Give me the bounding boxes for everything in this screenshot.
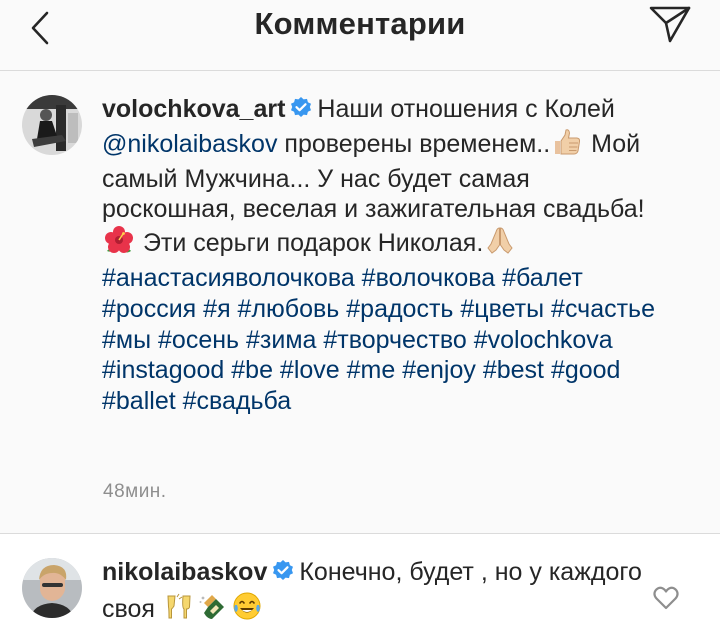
like-button[interactable]	[650, 582, 682, 614]
paper-plane-icon	[649, 6, 691, 43]
post-caption: volochkova_art Наши отношения с Колей @ni…	[0, 71, 720, 534]
caption-segment: Наши отношения с Колей	[317, 95, 615, 123]
share-button[interactable]	[646, 2, 694, 46]
caption-segment: проверены временем..	[277, 129, 551, 158]
clinking-glasses-emoji	[164, 593, 194, 629]
heart-outline-icon	[653, 586, 679, 610]
verified-badge-icon	[271, 559, 295, 591]
comment-username[interactable]: nikolaibaskov	[102, 558, 267, 586]
caption-segment: Эти серьги подарок Николая.	[136, 229, 484, 258]
hashtag-list[interactable]: #анастасияволочкова #волочкова #балет #р…	[102, 264, 655, 415]
post-timestamp: 48мин.	[103, 481, 167, 502]
page-title: Комментарии	[254, 6, 466, 41]
header-bar: Комментарии	[0, 0, 720, 71]
comment-text: nikolaibaskov Конечно, будет , но у каждо…	[102, 557, 642, 629]
folded-hands-emoji	[485, 225, 515, 263]
thumbs-up-emoji	[552, 128, 582, 164]
avatar[interactable]	[22, 95, 82, 155]
comment-row: nikolaibaskov Конечно, будет , но у каждо…	[0, 534, 720, 640]
post-username[interactable]: volochkova_art	[102, 95, 285, 123]
caption-text: volochkova_art Наши отношения с Колей @ni…	[102, 94, 662, 417]
mention-link[interactable]: @nikolaibaskov	[102, 130, 277, 158]
champagne-bottle-emoji	[198, 593, 228, 629]
hibiscus-emoji	[104, 225, 134, 263]
verified-badge-icon	[289, 96, 313, 128]
avatar[interactable]	[22, 558, 82, 618]
tears-of-joy-emoji	[232, 591, 262, 629]
